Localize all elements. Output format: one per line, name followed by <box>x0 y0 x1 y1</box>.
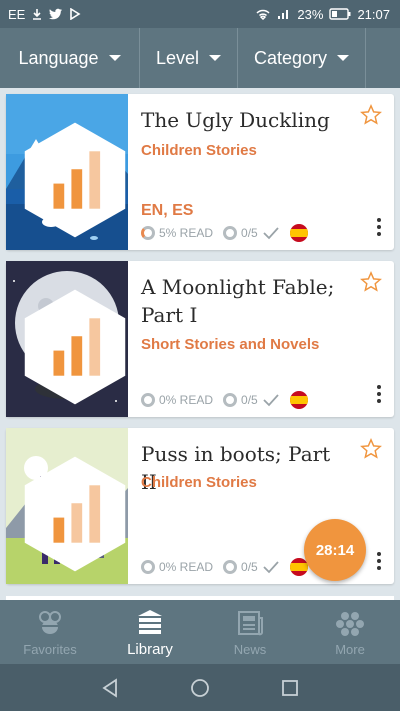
check-icon <box>263 561 279 574</box>
book-category: Children Stories <box>141 142 257 159</box>
quiz-score: 0/5 <box>241 226 258 240</box>
book-card[interactable]: A Moonlight Fable; Part I Short Stories … <box>6 261 394 417</box>
book-cover-ugly-duckling <box>6 94 128 250</box>
level-filter[interactable]: Level <box>140 28 238 88</box>
twitter-icon <box>49 8 63 20</box>
battery-percent: 23% <box>297 6 324 22</box>
quiz-ring-icon <box>223 226 238 240</box>
read-percent: 5% READ <box>159 226 214 240</box>
favorite-star-icon[interactable] <box>360 104 382 126</box>
nav-favorites[interactable]: Favorites <box>0 600 100 664</box>
category-filter[interactable]: Category <box>238 28 366 88</box>
level-filter-label: Level <box>155 47 200 68</box>
home-icon[interactable] <box>189 677 211 699</box>
clock: 21:07 <box>357 6 390 22</box>
carrier-label: EE <box>8 6 26 22</box>
language-filter-label: Language <box>18 47 99 68</box>
spain-flag-icon <box>289 391 308 409</box>
book-cover-puss-in-boots <box>6 428 128 584</box>
caret-down-icon <box>337 55 350 61</box>
category-filter-label: Category <box>253 47 328 68</box>
news-icon <box>238 610 263 635</box>
read-percent: 0% READ <box>159 560 214 574</box>
nav-news[interactable]: News <box>200 600 300 664</box>
read-progress-ring-icon <box>141 560 155 574</box>
book-cover-moonlight-fable <box>6 261 128 417</box>
read-progress-ring-icon <box>141 226 155 240</box>
favorite-star-icon[interactable] <box>360 271 382 293</box>
back-icon[interactable] <box>99 677 121 699</box>
more-options-icon[interactable] <box>376 552 382 570</box>
level-badge-icon <box>24 122 126 238</box>
recent-apps-icon[interactable] <box>279 677 301 699</box>
nav-news-label: News <box>233 641 267 657</box>
level-badge-icon <box>24 456 126 572</box>
book-progress: 5% READ 0/5 <box>141 224 308 242</box>
wifi-icon <box>255 8 271 20</box>
book-category: Short Stories and Novels <box>141 336 320 353</box>
book-category: Children Stories <box>141 474 257 491</box>
spain-flag-icon <box>289 224 308 242</box>
battery-icon <box>329 8 351 20</box>
book-languages: EN, ES <box>141 202 194 219</box>
nav-library[interactable]: Library <box>100 600 200 664</box>
read-progress-ring-icon <box>141 393 155 407</box>
book-card[interactable]: The Ugly Duckling Children Stories EN, E… <box>6 94 394 250</box>
nav-more[interactable]: More <box>300 600 400 664</box>
check-icon <box>263 227 279 240</box>
level-badge-icon <box>24 289 126 405</box>
library-icon <box>138 609 162 634</box>
system-navigation-bar <box>0 664 400 711</box>
language-filter[interactable]: Language <box>0 28 140 88</box>
more-options-icon[interactable] <box>376 385 382 403</box>
quiz-ring-icon <box>223 393 238 407</box>
app-notification-icon <box>69 8 81 20</box>
nav-favorites-label: Favorites <box>23 641 77 657</box>
book-title: A Moonlight Fable; Part I <box>141 275 335 327</box>
nav-more-label: More <box>335 641 365 657</box>
nav-library-label: Library <box>127 640 173 658</box>
favorite-star-icon[interactable] <box>360 438 382 460</box>
status-bar: EE 23% 21:07 <box>0 0 400 28</box>
quiz-score: 0/5 <box>241 560 258 574</box>
caret-down-icon <box>108 55 121 61</box>
book-progress: 0% READ 0/5 <box>141 558 308 576</box>
check-icon <box>263 394 279 407</box>
bottom-navigation: Favorites Library News More <box>0 600 400 664</box>
read-percent: 0% READ <box>159 393 214 407</box>
filter-bar: Language Level Category <box>0 28 400 88</box>
download-icon <box>31 8 43 20</box>
signal-icon <box>277 8 291 20</box>
bee-icon <box>39 610 61 634</box>
more-options-icon[interactable] <box>376 218 382 236</box>
reading-timer-button[interactable]: 28:14 <box>304 519 366 581</box>
honeycomb-icon <box>336 611 364 636</box>
book-title: The Ugly Duckling <box>141 108 330 132</box>
book-progress: 0% READ 0/5 <box>141 391 308 409</box>
quiz-ring-icon <box>223 560 238 574</box>
quiz-score: 0/5 <box>241 393 258 407</box>
caret-down-icon <box>209 55 222 61</box>
